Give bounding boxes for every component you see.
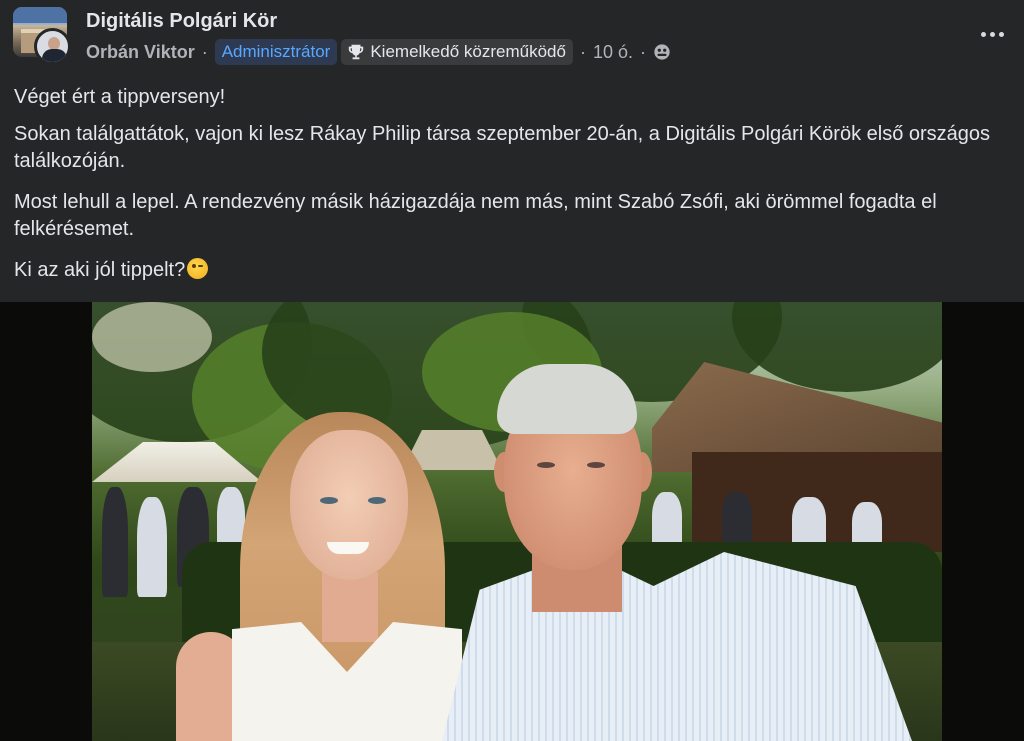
- post-paragraph-3: Most lehull a lepel. A rendezvény másik …: [14, 191, 937, 240]
- author-name-link[interactable]: Orbán Viktor: [86, 42, 195, 63]
- group-name-link[interactable]: Digitális Polgári Kör: [86, 10, 277, 33]
- post-paragraph-2: Sokan találgattátok, vajon ki lesz Rákay…: [14, 123, 991, 172]
- post-paragraph-4: Ki az aki jól tippelt?: [14, 257, 209, 284]
- top-contributor-label: Kiemelkedő közreműködő: [370, 42, 566, 61]
- separator-dot: ·: [201, 41, 208, 62]
- globe-icon[interactable]: [653, 43, 671, 61]
- post-header: Digitális Polgári Kör Orbán Viktor · Adm…: [0, 0, 1024, 80]
- separator-dot: ·: [579, 41, 586, 62]
- winking-face-emoji: [187, 258, 209, 279]
- post-photo-container[interactable]: [0, 302, 1024, 741]
- author-avatar[interactable]: [34, 28, 71, 65]
- top-contributor-badge[interactable]: Kiemelkedő közreműködő: [341, 39, 573, 65]
- trophy-icon: [349, 44, 364, 60]
- more-options-icon: [980, 31, 986, 37]
- more-options-button[interactable]: [976, 24, 1008, 44]
- separator-dot: ·: [640, 41, 646, 62]
- post-photo[interactable]: [92, 302, 942, 741]
- post-paragraph-1: Véget ért a tippverseny!: [14, 86, 226, 108]
- admin-badge[interactable]: Adminisztrátor: [214, 39, 338, 65]
- post-timestamp-link[interactable]: 10 ó.: [593, 42, 633, 63]
- group-avatar-link[interactable]: [13, 7, 71, 65]
- post-meta: Orbán Viktor · Adminisztrátor Kiemelkedő…: [86, 38, 671, 66]
